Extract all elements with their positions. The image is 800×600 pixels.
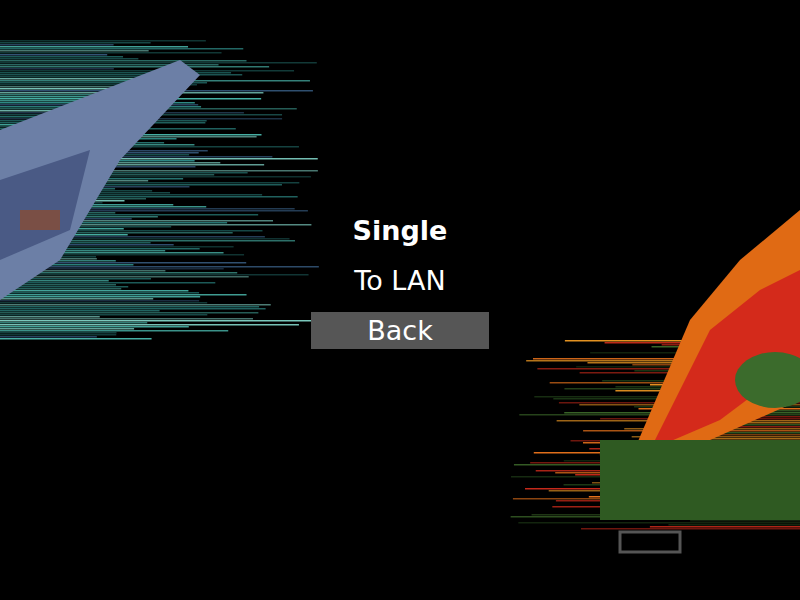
menu-item[interactable]: Single — [311, 205, 489, 255]
menu-item-label[interactable]: Single — [311, 212, 489, 249]
menu-item-label[interactable]: Back — [311, 312, 489, 349]
tank-icon — [510, 200, 800, 570]
menu-item-label[interactable]: To LAN — [311, 262, 489, 299]
main-menu: Single To LAN Back — [0, 0, 800, 600]
jet-icon — [0, 30, 330, 350]
menu-item[interactable]: Back — [311, 305, 489, 355]
menu-item[interactable]: To LAN — [311, 255, 489, 305]
